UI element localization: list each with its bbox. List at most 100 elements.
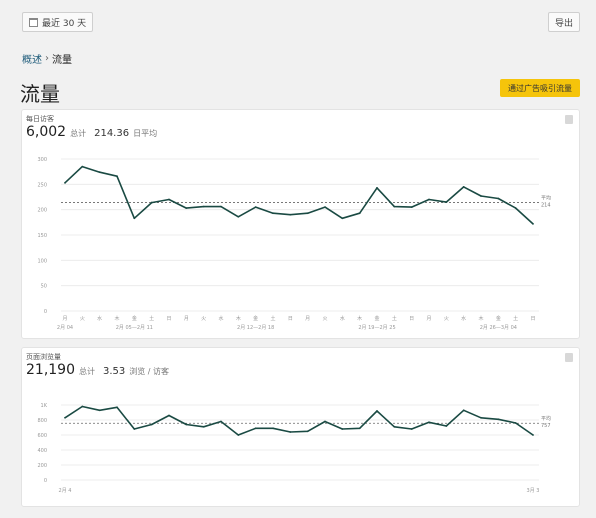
data-point bbox=[64, 181, 66, 184]
pageviews-card: 页面浏览量 21,190 总计 3.53 浏览 / 访客 0 200 400 600 8… bbox=[21, 347, 580, 507]
x-weekday-label: 日 bbox=[530, 316, 535, 322]
series-line bbox=[64, 165, 534, 225]
x-weekday-label: 月 bbox=[305, 316, 310, 322]
y-tick-label: 50 bbox=[41, 284, 47, 290]
data-point bbox=[324, 420, 326, 423]
data-point bbox=[237, 215, 240, 218]
y-tick-label: 150 bbox=[37, 233, 47, 239]
x-weekday-label: 日 bbox=[166, 316, 171, 322]
data-point bbox=[272, 212, 274, 215]
data-point bbox=[306, 212, 309, 215]
y-tick-label: 200 bbox=[37, 463, 47, 469]
data-point bbox=[64, 416, 66, 419]
x-weekday-label: 土 bbox=[270, 315, 275, 322]
x-weekday-label: 火 bbox=[201, 316, 206, 322]
average-value: 214 bbox=[541, 203, 551, 209]
x-weekday-label: 木 bbox=[478, 315, 483, 322]
y-tick-label: 200 bbox=[37, 208, 47, 214]
x-weekday-label: 土 bbox=[513, 315, 518, 322]
export-button[interactable]: 导出 bbox=[547, 12, 580, 32]
breadcrumb: 概述 › 流量 bbox=[22, 51, 72, 66]
data-point bbox=[532, 434, 534, 436]
data-point bbox=[81, 405, 84, 408]
data-point bbox=[254, 427, 257, 430]
date-range-button[interactable]: 最近 30 天 bbox=[22, 12, 94, 32]
x-weekday-label: 水 bbox=[461, 315, 466, 322]
data-point bbox=[133, 428, 136, 430]
y-tick-label: 0 bbox=[44, 309, 47, 315]
date-range-label: 最近 30 天 bbox=[42, 18, 87, 29]
data-point bbox=[514, 422, 517, 424]
data-point bbox=[202, 425, 205, 428]
y-tick-label: 250 bbox=[37, 182, 47, 188]
breadcrumb-overview-link[interactable]: 概述 bbox=[22, 51, 42, 66]
y-tick-label: 800 bbox=[37, 418, 47, 424]
data-point bbox=[254, 206, 257, 209]
average-value: 757 bbox=[541, 423, 551, 429]
visitors-card: 每日访客 6,002 总计 214.36 日平均 0 50 100 150 200 250… bbox=[21, 109, 580, 339]
calendar-icon bbox=[29, 17, 38, 27]
data-point bbox=[116, 406, 118, 409]
y-tick-label: 0 bbox=[44, 478, 47, 484]
data-point bbox=[289, 213, 292, 216]
data-point bbox=[410, 206, 413, 209]
x-week-range-label: 2月 19—2月 25 bbox=[358, 325, 395, 331]
promote-traffic-label: 通过广告吸引流量 bbox=[508, 83, 572, 93]
x-week-range-label: 2月 12—2月 18 bbox=[237, 325, 274, 331]
x-end-label: 3月 3 bbox=[527, 488, 540, 494]
page-title: 流量 bbox=[20, 82, 60, 106]
data-point bbox=[324, 206, 326, 209]
data-point bbox=[220, 205, 222, 208]
data-point bbox=[272, 427, 274, 430]
x-week-range-label: 2月 05—2月 11 bbox=[116, 325, 153, 331]
data-point bbox=[497, 197, 500, 200]
x-weekday-label: 金 bbox=[374, 315, 379, 322]
x-weekday-label: 月 bbox=[184, 316, 189, 322]
x-weekday-label: 月 bbox=[62, 316, 67, 322]
x-weekday-label: 水 bbox=[218, 315, 223, 322]
data-point bbox=[410, 428, 413, 430]
x-weekday-label: 日 bbox=[409, 316, 414, 322]
data-point bbox=[185, 423, 188, 426]
x-weekday-label: 水 bbox=[340, 315, 345, 322]
y-tick-label: 100 bbox=[37, 258, 47, 264]
data-point bbox=[358, 212, 361, 215]
x-weekday-label: 土 bbox=[149, 315, 154, 322]
pageviews-line-chart: 0 200 400 600 800 1K 平均757 2月 4 3月 3 bbox=[37, 403, 551, 494]
promote-traffic-button[interactable]: 通过广告吸引流量 bbox=[500, 79, 580, 97]
x-weekday-label: 日 bbox=[288, 316, 293, 322]
x-weekday-label: 金 bbox=[496, 315, 501, 322]
data-point bbox=[445, 425, 448, 427]
data-point bbox=[514, 207, 517, 210]
x-weekday-label: 火 bbox=[444, 316, 449, 322]
x-weekday-label: 土 bbox=[392, 315, 397, 322]
x-weekday-label: 水 bbox=[97, 315, 102, 322]
x-start-label: 2月 4 bbox=[59, 488, 72, 494]
average-label: 平均 bbox=[541, 415, 551, 422]
data-point bbox=[462, 409, 465, 412]
data-point bbox=[168, 414, 170, 417]
data-point bbox=[150, 201, 153, 204]
data-point bbox=[376, 410, 378, 412]
series-line bbox=[64, 405, 534, 436]
x-weekday-label: 金 bbox=[253, 315, 258, 322]
data-point bbox=[306, 430, 309, 433]
data-point bbox=[376, 186, 378, 189]
data-point bbox=[341, 217, 344, 220]
data-point bbox=[428, 421, 430, 424]
export-label: 导出 bbox=[554, 18, 573, 29]
y-tick-label: 400 bbox=[37, 448, 47, 454]
x-weekday-label: 月 bbox=[426, 316, 431, 322]
data-point bbox=[462, 185, 465, 188]
x-weekday-label: 金 bbox=[132, 315, 137, 322]
breadcrumb-current: 流量 bbox=[52, 55, 72, 66]
data-point bbox=[358, 427, 361, 430]
data-point bbox=[98, 409, 101, 412]
data-point bbox=[480, 195, 482, 197]
x-week-range-label: 2月 26—3月 04 bbox=[480, 325, 517, 331]
y-tick-label: 1K bbox=[41, 403, 48, 409]
data-point bbox=[428, 198, 430, 201]
data-point bbox=[445, 201, 448, 203]
x-weekday-label: 木 bbox=[357, 315, 362, 322]
breadcrumb-separator: › bbox=[45, 53, 49, 64]
